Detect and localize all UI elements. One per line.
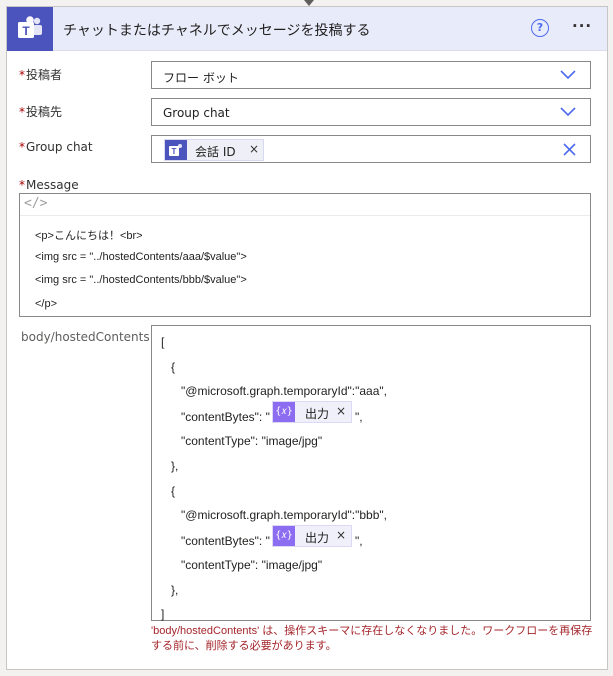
json-line: { <box>171 360 176 374</box>
svg-text:T: T <box>172 147 177 156</box>
remove-token-icon[interactable]: × <box>336 404 346 418</box>
output-expression-token[interactable]: {𝑥} 出力 × <box>272 401 352 423</box>
expression-token-label: 出力 <box>305 531 330 545</box>
json-line: "@microsoft.graph.temporaryId":"aaa", <box>181 384 387 398</box>
chevron-down-icon <box>560 70 576 80</box>
remove-token-icon[interactable]: × <box>336 528 346 542</box>
action-card: T チャットまたはチャネルでメッセージを投稿する ? ··· *投稿者 フロー … <box>6 6 608 670</box>
group-chat-label: *Group chat <box>19 140 93 154</box>
clear-icon[interactable] <box>563 143 576 156</box>
post-in-label: *投稿先 <box>19 105 63 119</box>
action-title: チャットまたはチャネルでメッセージを投稿する <box>63 23 371 39</box>
message-line: <img src = "../hostedContents/bbb/$value… <box>35 274 247 286</box>
message-label: *Message <box>19 178 79 192</box>
json-line: ", <box>355 534 363 548</box>
teams-icon: T <box>7 7 53 51</box>
conversation-id-token[interactable]: T 会話 ID × <box>164 139 264 161</box>
message-line: <img src = "../hostedContents/aaa/$value… <box>35 251 247 263</box>
svg-text:T: T <box>22 24 30 38</box>
message-line: </p> <box>35 298 58 310</box>
json-line: "contentType": "image/jpg" <box>181 434 323 448</box>
expression-token-label: 出力 <box>305 407 330 421</box>
post-in-value: Group chat <box>163 106 230 120</box>
output-expression-token[interactable]: {𝑥} 出力 × <box>272 525 352 547</box>
group-chat-field[interactable]: T 会話 ID × <box>151 135 591 163</box>
hosted-contents-label: body/hostedContents <box>21 330 150 344</box>
post-in-dropdown[interactable]: Group chat <box>151 98 591 126</box>
message-editor[interactable]: </> <p>こんにちは！<br> <img src = "../hostedC… <box>19 193 591 317</box>
poster-dropdown[interactable]: フロー ボット <box>151 61 591 89</box>
json-line: ] <box>161 607 165 621</box>
hosted-contents-editor[interactable]: [ { "@microsoft.graph.temporaryId":"aaa"… <box>151 325 591 621</box>
poster-value: フロー ボット <box>163 71 239 85</box>
json-line: "contentType": "image/jpg" <box>181 558 323 572</box>
token-label: 会話 ID <box>195 145 236 159</box>
more-options-icon[interactable]: ··· <box>572 17 592 35</box>
poster-label: *投稿者 <box>19 68 63 82</box>
json-line: "contentBytes": " <box>181 534 270 548</box>
json-line: }, <box>171 583 179 597</box>
code-view-icon[interactable]: </> <box>24 196 47 211</box>
error-message: 'body/hostedContents' は、操作スキーマに存在しなくなりまし… <box>151 625 593 652</box>
expression-icon: {𝑥} <box>273 402 295 422</box>
json-line: }, <box>171 459 179 473</box>
json-line: "contentBytes": " <box>181 410 270 424</box>
json-line: "@microsoft.graph.temporaryId":"bbb", <box>181 508 387 522</box>
chevron-down-icon <box>560 107 576 117</box>
remove-token-icon[interactable]: × <box>249 142 259 156</box>
code-view-toolbar: </> <box>20 194 590 216</box>
json-line: { <box>171 484 176 498</box>
message-line: <p>こんにちは！<br> <box>35 230 143 242</box>
json-line: [ <box>161 335 165 349</box>
help-icon[interactable]: ? <box>531 19 549 37</box>
teams-icon: T <box>165 140 187 160</box>
action-header[interactable]: T チャットまたはチャネルでメッセージを投稿する ? ··· <box>7 7 607 51</box>
expression-icon: {𝑥} <box>273 526 295 546</box>
json-line: ", <box>355 410 363 424</box>
